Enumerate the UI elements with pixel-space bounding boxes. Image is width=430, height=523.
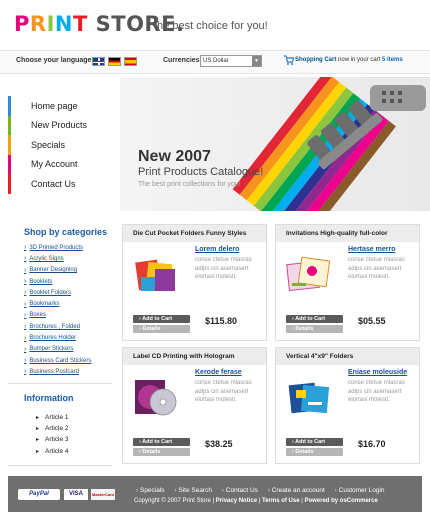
category-item[interactable]: Brochures , Folded: [24, 321, 124, 332]
cart-items-count: 5 items: [382, 57, 403, 63]
details-button[interactable]: Details: [286, 448, 343, 456]
footer-copyright-row: Copyright © 2007 Print Store | Privacy N…: [134, 498, 378, 504]
copyright-text: Copyright © 2007 Print Store: [134, 498, 211, 504]
logo-letter: T: [72, 12, 88, 36]
category-item[interactable]: Business Card Stickers: [24, 355, 124, 366]
category-item[interactable]: Business Postcard: [24, 366, 124, 377]
category-item[interactable]: Bumper Stickers: [24, 344, 124, 355]
add-to-cart-button[interactable]: Add to Cart: [286, 315, 343, 323]
terms-of-use-link[interactable]: Terms of Use: [262, 498, 300, 504]
banner-tagline: The best print collections for you!: [138, 181, 241, 188]
currencies-label: Currencies:: [163, 57, 202, 64]
product-image[interactable]: [133, 376, 180, 418]
german-flag-icon[interactable]: [108, 57, 121, 66]
product-price: $05.55: [358, 316, 386, 326]
product-card: Vertical 4"x9" Folders Eniase moleuside …: [275, 347, 420, 464]
oscommerce-link[interactable]: Powered by osCommerce: [304, 498, 377, 504]
pencils-image: [232, 77, 426, 211]
information-title: Information: [24, 393, 74, 403]
category-list: 3D Printed Products Acrylic Signs Banner…: [24, 242, 124, 378]
chevron-down-icon: ▼: [252, 56, 261, 66]
logo-letter: P: [14, 12, 30, 36]
divider: [8, 383, 112, 384]
product-description: conse ctetue mlasras adips cin asemasert…: [195, 257, 252, 280]
product-link[interactable]: Lorem delero: [195, 246, 239, 253]
logo-letter: R: [29, 12, 47, 36]
category-item[interactable]: Bookmarks: [24, 298, 124, 309]
footer-links: Specials Site Search Contact Us Create a…: [136, 487, 393, 494]
nav-item-home[interactable]: Home page: [8, 96, 120, 116]
language-label: Choose your language:: [16, 57, 94, 64]
visa-logo: VISA: [64, 489, 88, 500]
product-card: Invitations High-quality full-color Hert…: [275, 224, 420, 341]
footer-link-customer-login[interactable]: Customer Login: [335, 487, 385, 494]
add-to-cart-button[interactable]: Add to Cart: [133, 438, 190, 446]
nav-item-contact-us[interactable]: Contact Us: [8, 174, 120, 194]
categories-title: Shop by categories: [24, 227, 108, 237]
banner-subtitle: Print Products Catalogue!: [138, 166, 264, 178]
english-flag-icon[interactable]: [92, 57, 105, 66]
details-button[interactable]: Details: [133, 448, 190, 456]
add-to-cart-button[interactable]: Add to Cart: [133, 315, 190, 323]
paypal-logo: PayPal: [18, 489, 60, 500]
product-description: conse ctetue mlasras adips cin asemasert…: [195, 380, 252, 403]
divider: [8, 465, 112, 466]
banner-title: New 2007: [138, 148, 211, 165]
category-item[interactable]: Booklets: [24, 276, 124, 287]
cart-text: now in your cart: [338, 57, 381, 63]
add-to-cart-button[interactable]: Add to Cart: [286, 438, 343, 446]
product-image[interactable]: [286, 253, 333, 295]
privacy-notice-link[interactable]: Privacy Notice: [216, 498, 257, 504]
article-link[interactable]: Article 2: [36, 423, 68, 434]
cart-label: Shopping Cart: [295, 57, 337, 63]
shopping-cart-icon[interactable]: [284, 55, 294, 66]
details-button[interactable]: Details: [133, 325, 190, 333]
information-list: Article 1 Article 2 Article 3 Article 4: [36, 412, 68, 457]
article-link[interactable]: Article 1: [36, 412, 68, 423]
footer-link-contact-us[interactable]: Contact Us: [222, 487, 258, 494]
product-description: conse ctetue mlasras adips cin asemasert…: [348, 380, 405, 403]
category-item[interactable]: Boxes: [24, 310, 124, 321]
promo-banner[interactable]: [120, 77, 430, 211]
product-description: conse ctetue mlasras adips cin asemasert…: [348, 257, 405, 280]
product-card: Die Cut Pocket Folders Funny Styles Lore…: [122, 224, 267, 341]
product-link[interactable]: Hertase merro: [348, 246, 395, 253]
footer-link-create-account[interactable]: Create an account: [268, 487, 325, 494]
product-price: $38.25: [205, 439, 233, 449]
nav-item-new-products[interactable]: New Products: [8, 115, 120, 135]
currency-value: US Dollar: [203, 58, 229, 64]
category-item[interactable]: Booklet Folders: [24, 287, 124, 298]
product-image[interactable]: [286, 376, 333, 418]
logo-letter: I: [46, 12, 55, 36]
category-item[interactable]: 3D Printed Products: [24, 242, 124, 253]
product-link[interactable]: Kerode ferase: [195, 369, 242, 376]
category-item[interactable]: Brochures Holder: [24, 332, 124, 343]
product-heading: Die Cut Pocket Folders Funny Styles: [123, 225, 266, 242]
nav-item-my-account[interactable]: My Account: [8, 154, 120, 174]
nav-item-specials[interactable]: Specials: [8, 135, 120, 155]
main-nav: Home page New Products Specials My Accou…: [8, 96, 120, 194]
footer-link-specials[interactable]: Specials: [136, 487, 165, 494]
product-link[interactable]: Eniase moleuside: [348, 369, 407, 376]
cart-summary[interactable]: Shopping Cart now in your cart 5 items: [295, 57, 403, 63]
tagline: the best choice for you!: [154, 20, 268, 32]
category-item[interactable]: Banner Designing: [24, 265, 124, 276]
footer-link-site-search[interactable]: Site Search: [174, 487, 212, 494]
details-button[interactable]: Details: [286, 325, 343, 333]
product-heading: Invitations High-quality full-color: [276, 225, 419, 242]
currency-select[interactable]: US Dollar ▼: [200, 55, 262, 67]
product-heading: Vertical 4"x9" Folders: [276, 348, 419, 365]
mastercard-logo: MasterCard: [91, 489, 115, 500]
spanish-flag-icon[interactable]: [124, 57, 137, 66]
product-heading: Label CD Printing with Hologram: [123, 348, 266, 365]
product-card: Label CD Printing with Hologram Kerode f…: [122, 347, 267, 464]
product-price: $115.80: [205, 316, 238, 326]
product-image[interactable]: [133, 253, 180, 295]
article-link[interactable]: Article 4: [36, 446, 68, 457]
category-item[interactable]: Acrylic Signs: [24, 253, 124, 264]
logo-letter: N: [54, 12, 73, 36]
article-link[interactable]: Article 3: [36, 434, 68, 445]
product-price: $16.70: [358, 439, 386, 449]
